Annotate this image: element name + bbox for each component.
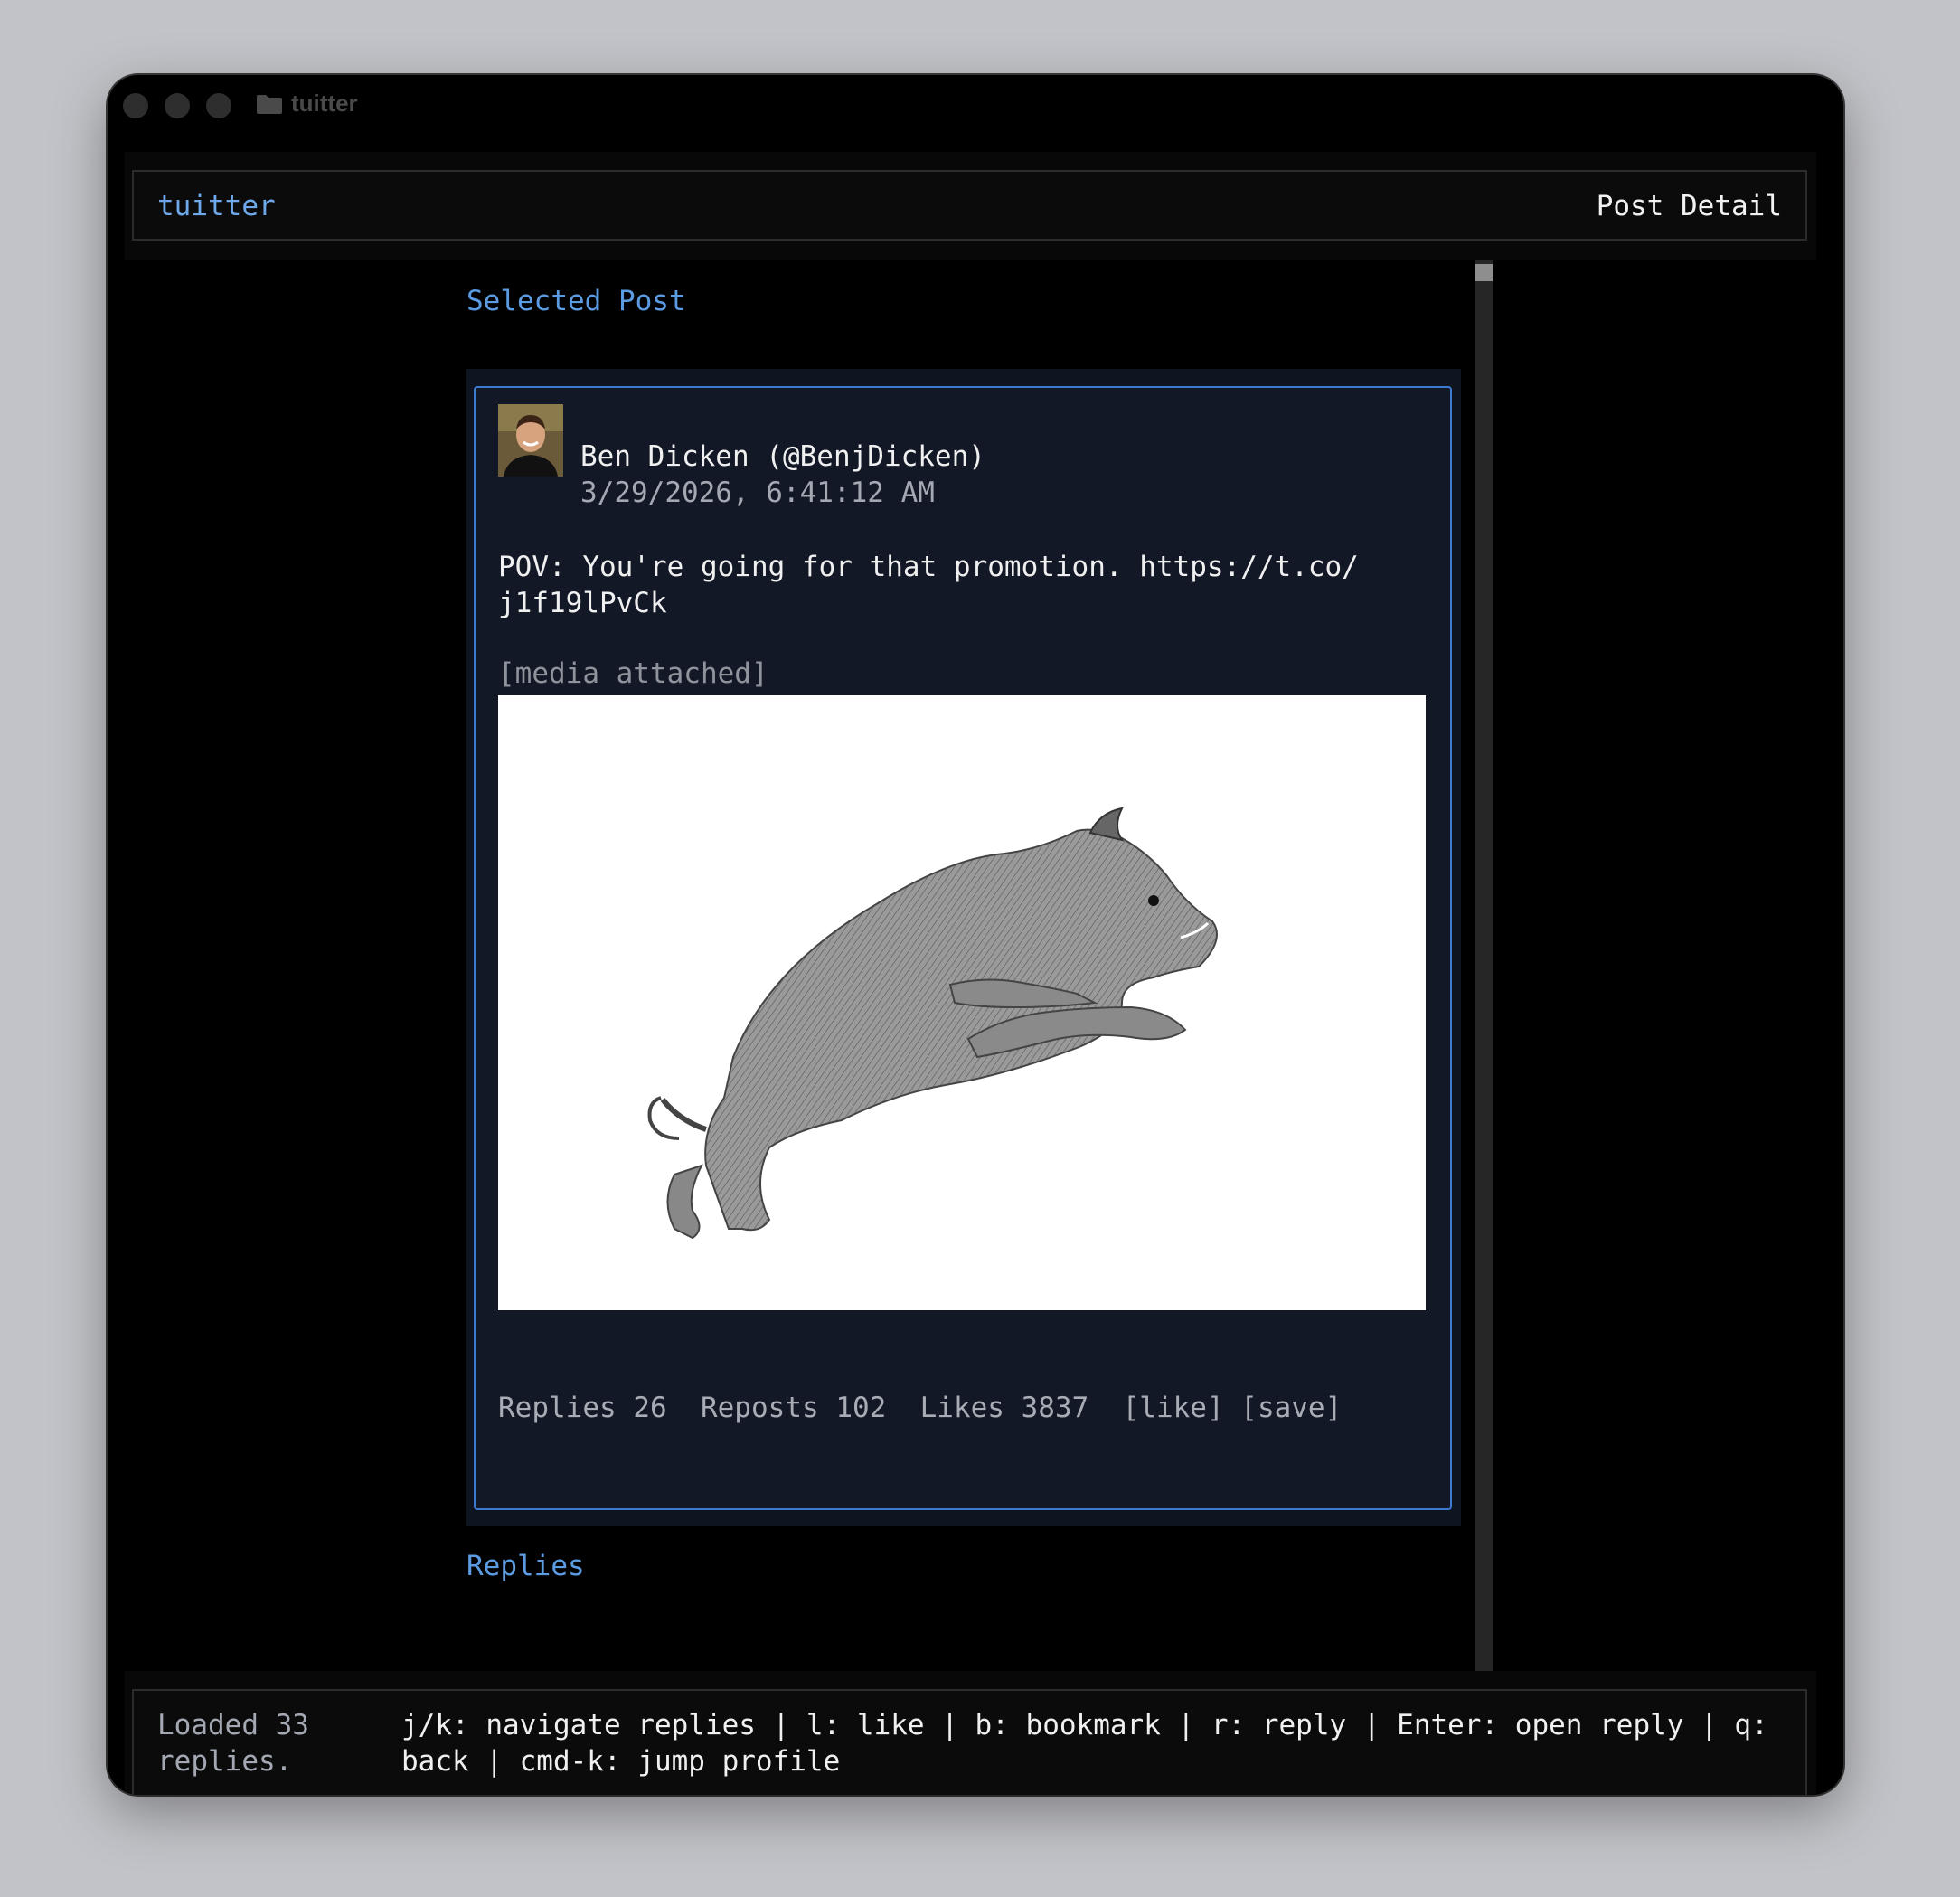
- media-attached-label: [media attached]: [498, 657, 768, 690]
- main-content[interactable]: Selected Post Ben Dicken (@BenjDicken) 3…: [108, 260, 1843, 1671]
- selected-post-heading: Selected Post: [466, 285, 686, 317]
- scrollbar-track[interactable]: [1475, 260, 1493, 1671]
- post-card[interactable]: Ben Dicken (@BenjDicken) 3/29/2026, 6:41…: [474, 386, 1452, 1510]
- reposts-stat[interactable]: Reposts 102: [701, 1392, 886, 1424]
- post-timestamp: 3/29/2026, 6:41:12 AM: [580, 477, 935, 509]
- likes-count: 3837: [1021, 1392, 1089, 1424]
- page-title: Post Detail: [1596, 190, 1782, 222]
- minimize-window-button[interactable]: [165, 93, 190, 118]
- app-brand[interactable]: tuitter: [157, 190, 276, 222]
- selected-post-container: Ben Dicken (@BenjDicken) 3/29/2026, 6:41…: [466, 369, 1461, 1526]
- post-media-image[interactable]: [498, 695, 1426, 1310]
- post-author[interactable]: Ben Dicken (@BenjDicken): [580, 440, 985, 473]
- header-bar: tuitter Post Detail: [132, 170, 1807, 241]
- status-message: Loaded 33 replies.: [157, 1709, 309, 1778]
- save-button[interactable]: [save]: [1240, 1392, 1342, 1424]
- scrollbar-thumb[interactable]: [1475, 264, 1493, 281]
- boar-illustration: [647, 807, 1218, 1240]
- app-header: tuitter Post Detail: [125, 152, 1816, 260]
- reposts-label: Reposts: [700, 1392, 819, 1424]
- replies-count: 26: [633, 1392, 667, 1424]
- reposts-count: 102: [835, 1392, 887, 1424]
- footer-bar: Loaded 33 replies. j/k: navigate replies…: [132, 1689, 1807, 1795]
- status-footer: Loaded 33 replies. j/k: navigate replies…: [125, 1671, 1816, 1795]
- title-bar: tuitter: [108, 75, 1843, 138]
- replies-stat[interactable]: Replies 26: [498, 1392, 667, 1424]
- replies-heading: Replies: [466, 1550, 585, 1582]
- likes-label: Likes: [919, 1392, 1004, 1424]
- post-body: POV: You're going for that promotion. ht…: [498, 551, 1359, 619]
- likes-stat[interactable]: Likes 3837: [920, 1392, 1089, 1424]
- window-title: tuitter: [291, 90, 358, 117]
- close-window-button[interactable]: [123, 93, 148, 118]
- folder-icon: [257, 95, 282, 114]
- replies-label: Replies: [498, 1392, 617, 1424]
- maximize-window-button[interactable]: [206, 93, 231, 118]
- post-stats: Replies 26 Reposts 102 Likes 3837 [like]…: [498, 1392, 1342, 1424]
- like-button[interactable]: [like]: [1123, 1392, 1224, 1424]
- avatar[interactable]: [498, 404, 563, 477]
- keyboard-help: j/k: navigate replies | l: like | b: boo…: [401, 1709, 1768, 1778]
- app-window: tuitter tuitter Post Detail Selected Pos…: [108, 75, 1843, 1795]
